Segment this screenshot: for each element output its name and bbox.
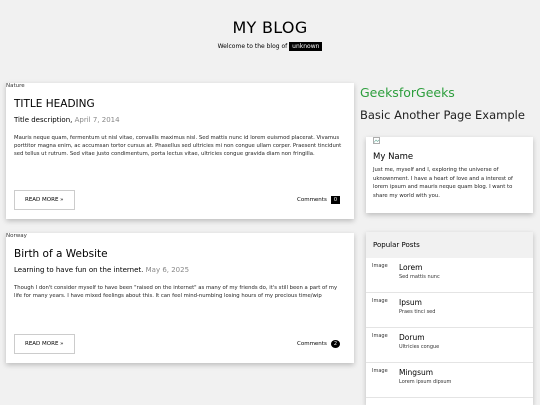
post-thumbnail: Image xyxy=(372,263,388,269)
post-title: Birth of a Website xyxy=(14,248,108,260)
post-footer: READ MORE » Comments 2 xyxy=(14,334,340,354)
post-date: April 7, 2014 xyxy=(74,116,120,124)
post-thumbnail: Image xyxy=(372,333,388,339)
list-item-subtitle: Ultricies congue xyxy=(399,344,440,350)
page-title: MY BLOG xyxy=(232,18,308,37)
read-more-button[interactable]: READ MORE » xyxy=(14,190,75,210)
welcome-text: Welcome to the blog of xyxy=(217,43,290,50)
welcome-line: Welcome to the blog of unknown xyxy=(0,42,540,51)
about-text: Just me, myself and I, exploring the uni… xyxy=(373,167,513,199)
post-description: Title description, April 7, 2014 xyxy=(14,116,346,124)
list-item-subtitle: Sed mattis nunc xyxy=(399,274,440,280)
popular-posts-list: Image Lorem Sed mattis nunc Image Ipsum Pr… xyxy=(366,258,533,398)
broken-image-icon xyxy=(373,137,526,145)
list-item[interactable]: Image Mingsum Lorem ipsum dipsum xyxy=(366,363,533,398)
list-item-title: Lorem xyxy=(399,263,423,272)
blog-post-card: Nature TITLE HEADING Title description, … xyxy=(6,83,354,219)
comments-count-badge: 0 xyxy=(330,196,340,204)
list-item-title: Dorum xyxy=(399,333,425,342)
blog-post-card: Norway Birth of a Website Learning to ha… xyxy=(6,233,354,363)
post-thumbnail: Image xyxy=(372,368,388,374)
post-title: TITLE HEADING xyxy=(14,98,95,110)
popular-posts-heading: Popular Posts xyxy=(366,232,533,258)
list-item-subtitle: Praes tinci sed xyxy=(399,309,436,315)
post-thumbnail: Image xyxy=(372,298,388,304)
post-image: Nature xyxy=(6,83,25,89)
about-card: My Name Just me, myself and I, exploring… xyxy=(366,137,533,213)
read-more-button[interactable]: READ MORE » xyxy=(14,334,75,354)
list-item[interactable]: Image Lorem Sed mattis nunc xyxy=(366,258,533,293)
blog-header: MY BLOG Welcome to the blog of unknown xyxy=(0,0,540,62)
post-body: Mauris neque quam, fermentum ut nisl vit… xyxy=(14,135,342,158)
post-date: May 6, 2025 xyxy=(145,266,190,274)
post-subtitle: Title description, xyxy=(14,116,73,124)
list-item[interactable]: Image Ipsum Praes tinci sed xyxy=(366,293,533,328)
post-footer: READ MORE » Comments 0 xyxy=(14,190,340,210)
post-image: Norway xyxy=(6,233,27,239)
popular-posts-card: Popular Posts Image Lorem Sed mattis nunc… xyxy=(366,232,533,405)
list-item-title: Ipsum xyxy=(399,298,422,307)
comments-count-badge: 2 xyxy=(330,340,340,348)
comments-link[interactable]: Comments 2 xyxy=(297,340,340,348)
page-subtitle: Basic Another Page Example xyxy=(360,108,525,122)
comments-label: Comments xyxy=(297,197,327,203)
post-body: Though I don't consider myself to have b… xyxy=(14,285,338,300)
brand-title: GeeksforGeeks xyxy=(360,85,455,100)
name-tag: unknown xyxy=(289,42,323,51)
about-title: My Name xyxy=(373,152,414,162)
post-description: Learning to have fun on the internet. Ma… xyxy=(14,266,346,274)
list-item-subtitle: Lorem ipsum dipsum xyxy=(399,379,452,385)
comments-link[interactable]: Comments 0 xyxy=(297,196,340,204)
list-item-title: Mingsum xyxy=(399,368,434,377)
comments-label: Comments xyxy=(297,341,327,347)
post-subtitle: Learning to have fun on the internet. xyxy=(14,266,144,274)
list-item[interactable]: Image Dorum Ultricies congue xyxy=(366,328,533,363)
